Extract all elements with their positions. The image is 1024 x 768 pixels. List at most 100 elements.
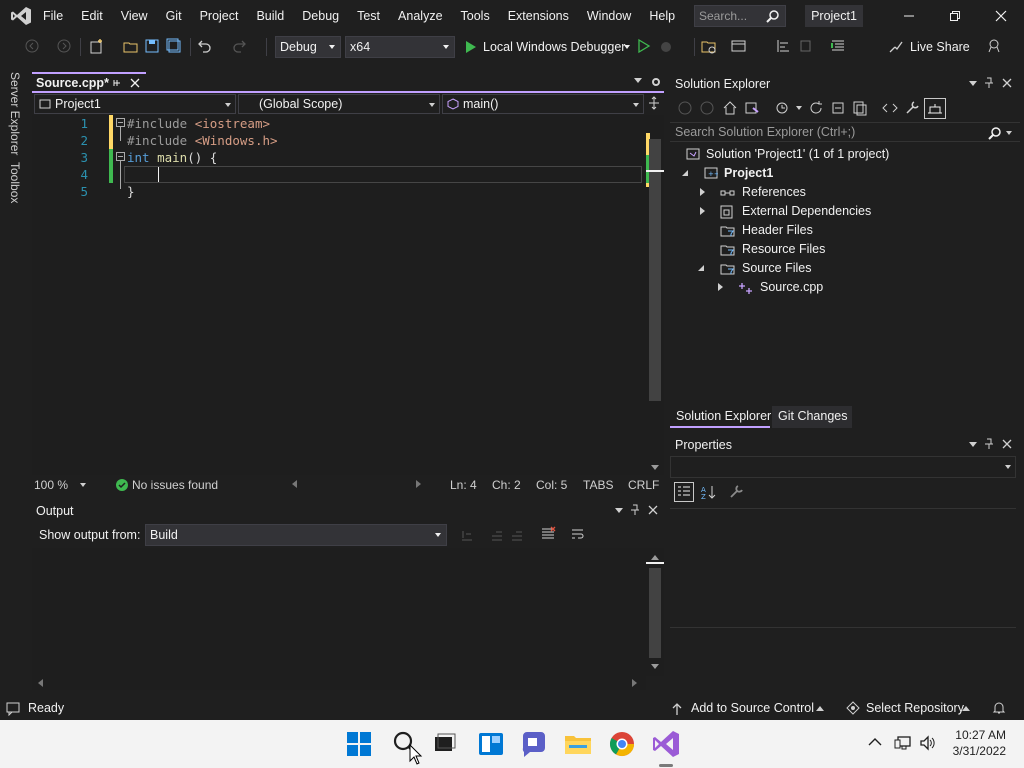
- code-editor[interactable]: 1 2 3 4 5 #include <iostream> #include <…: [32, 115, 646, 475]
- collapse-region-icon[interactable]: [116, 118, 125, 127]
- redo-icon[interactable]: [232, 38, 250, 56]
- task-view-icon[interactable]: [429, 728, 461, 760]
- close-icon[interactable]: [1002, 78, 1012, 88]
- collapse-all-icon[interactable]: [830, 100, 846, 116]
- column-indicator[interactable]: Col: 5: [536, 478, 567, 492]
- switch-views-icon[interactable]: [744, 100, 760, 116]
- windows-start-icon[interactable]: [343, 728, 375, 760]
- view-code-icon[interactable]: [882, 100, 898, 116]
- toolbox-tab[interactable]: Toolbox: [8, 162, 22, 203]
- visual-studio-taskbar-icon[interactable]: [650, 728, 682, 760]
- menu-analyze[interactable]: Analyze: [389, 0, 451, 32]
- hot-reload-icon[interactable]: [658, 38, 676, 56]
- clear-all-icon[interactable]: [540, 526, 556, 542]
- properties-object-dropdown[interactable]: [670, 456, 1016, 478]
- output-horizontal-scrollbar[interactable]: [32, 676, 646, 690]
- scroll-left-icon[interactable]: [292, 480, 297, 488]
- notifications-bell-icon[interactable]: [992, 701, 1006, 715]
- menu-window[interactable]: Window: [578, 0, 640, 32]
- navigate-back-icon[interactable]: [24, 38, 42, 56]
- scroll-right-icon[interactable]: [416, 480, 421, 488]
- next-message-icon[interactable]: [510, 528, 524, 542]
- add-to-source-control-button[interactable]: Add to Source Control: [691, 701, 814, 715]
- find-message-icon[interactable]: [460, 528, 474, 542]
- collapsed-chevron-icon[interactable]: [700, 188, 705, 196]
- scroll-down-icon[interactable]: [651, 664, 659, 669]
- align-left-icon[interactable]: [776, 38, 794, 56]
- gear-icon[interactable]: [650, 76, 662, 88]
- output-text-area[interactable]: [32, 548, 646, 676]
- home-icon[interactable]: [722, 100, 738, 116]
- solution-explorer-search[interactable]: Search Solution Explorer (Ctrl+;): [670, 122, 1020, 142]
- menu-project[interactable]: Project: [191, 0, 248, 32]
- close-icon[interactable]: [1002, 439, 1012, 449]
- close-window-button[interactable]: [978, 0, 1024, 32]
- tab-solution-explorer[interactable]: Solution Explorer: [670, 406, 771, 428]
- pin-icon[interactable]: [984, 77, 994, 89]
- forward-icon[interactable]: [700, 101, 714, 115]
- alphabetical-icon[interactable]: AZ: [700, 484, 716, 500]
- chrome-icon[interactable]: [606, 728, 638, 760]
- show-all-files-icon[interactable]: [852, 100, 868, 116]
- undo-icon[interactable]: [196, 38, 214, 56]
- menu-debug[interactable]: Debug: [293, 0, 348, 32]
- format-icon[interactable]: [798, 38, 816, 56]
- editor-tab-source-cpp[interactable]: Source.cpp*: [32, 72, 146, 92]
- editor-vertical-scrollbar[interactable]: [646, 115, 664, 475]
- network-icon[interactable]: [894, 734, 912, 752]
- menu-tools[interactable]: Tools: [452, 0, 499, 32]
- collapsed-chevron-icon[interactable]: [700, 207, 705, 215]
- minimize-button[interactable]: [886, 0, 932, 32]
- output-source-dropdown[interactable]: Build: [145, 524, 447, 546]
- back-icon[interactable]: [678, 101, 692, 115]
- close-icon[interactable]: [648, 505, 658, 515]
- show-hidden-icons-chevron-icon[interactable]: [868, 737, 882, 747]
- chevron-down-icon[interactable]: [796, 106, 802, 110]
- expanded-chevron-icon[interactable]: [698, 265, 704, 271]
- pending-changes-filter-icon[interactable]: [774, 100, 790, 116]
- close-tab-icon[interactable]: [130, 78, 140, 88]
- folder-view-icon[interactable]: [700, 38, 718, 56]
- menu-view[interactable]: View: [112, 0, 157, 32]
- menu-git[interactable]: Git: [157, 0, 191, 32]
- menu-extensions[interactable]: Extensions: [499, 0, 578, 32]
- file-explorer-icon[interactable]: [562, 728, 594, 760]
- platform-dropdown[interactable]: x64: [345, 36, 455, 58]
- properties-wrench-icon[interactable]: [904, 100, 920, 116]
- preview-selected-items-button[interactable]: [924, 98, 946, 119]
- property-pages-wrench-icon[interactable]: [728, 484, 744, 500]
- menu-file[interactable]: File: [34, 0, 72, 32]
- taskbar-clock[interactable]: 10:27 AM 3/31/2022: [953, 727, 1006, 759]
- scroll-thumb[interactable]: [649, 139, 661, 401]
- save-all-icon[interactable]: [166, 38, 184, 56]
- window-position-chevron-icon[interactable]: [969, 81, 977, 86]
- new-project-icon[interactable]: [88, 38, 106, 56]
- start-debugging-button[interactable]: Local Windows Debugger: [462, 36, 632, 58]
- window-position-chevron-icon[interactable]: [969, 442, 977, 447]
- menu-help[interactable]: Help: [640, 0, 684, 32]
- scope-nav-dropdown[interactable]: (Global Scope): [238, 94, 440, 114]
- zoom-level[interactable]: 100 %: [34, 478, 68, 492]
- menu-build[interactable]: Build: [247, 0, 293, 32]
- start-without-debugging-icon[interactable]: [636, 38, 654, 56]
- member-nav-dropdown[interactable]: main(): [442, 94, 644, 114]
- output-vertical-scrollbar[interactable]: [646, 548, 664, 676]
- menu-edit[interactable]: Edit: [72, 0, 112, 32]
- pin-icon[interactable]: [984, 438, 994, 450]
- split-editor-icon[interactable]: [648, 96, 660, 110]
- chevron-up-icon[interactable]: [816, 706, 824, 711]
- refresh-icon[interactable]: [808, 100, 824, 116]
- chevron-down-icon[interactable]: [1006, 131, 1012, 135]
- pin-icon[interactable]: [112, 78, 122, 88]
- categorized-button[interactable]: [674, 482, 694, 502]
- save-icon[interactable]: [144, 38, 162, 56]
- project-nav-dropdown[interactable]: Project1: [34, 94, 236, 114]
- restore-button[interactable]: [932, 0, 978, 32]
- collapsed-chevron-icon[interactable]: [718, 283, 723, 291]
- widgets-icon[interactable]: [475, 728, 507, 760]
- open-file-icon[interactable]: [122, 38, 140, 56]
- collapse-region-icon[interactable]: [116, 152, 125, 161]
- layout-icon[interactable]: [730, 38, 748, 56]
- navigate-forward-icon[interactable]: [56, 38, 74, 56]
- comment-lines-icon[interactable]: [830, 38, 848, 56]
